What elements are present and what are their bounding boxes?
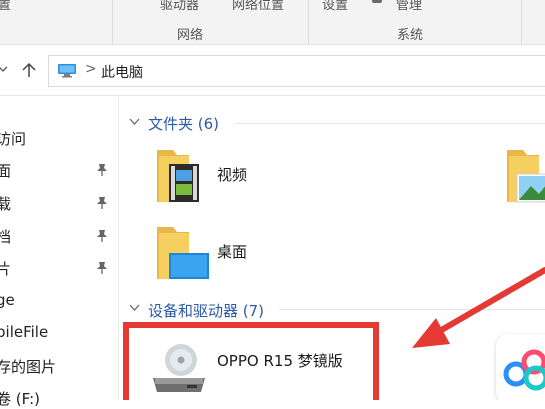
up-arrow-icon[interactable] <box>22 62 36 78</box>
folder-pictures[interactable] <box>505 146 545 212</box>
sidebar-item-pictures[interactable]: 片 <box>0 258 11 279</box>
ribbon-group-system: 系统 <box>397 28 424 43</box>
breadcrumb-separator[interactable]: > <box>85 61 97 77</box>
group-header-devices-and-drives[interactable]: 设备和驱动器 (7) <box>148 300 264 321</box>
ribbon-settings-button[interactable]: 设置 <box>322 0 348 13</box>
collapse-chevron-icon[interactable] <box>129 118 140 126</box>
folder-label: 视频 <box>217 166 248 184</box>
group-header-folders[interactable]: 文件夹 (6) <box>148 113 219 134</box>
desktop-folder-icon <box>157 227 209 279</box>
ribbon-manage-button[interactable]: 管理 <box>396 0 422 13</box>
sidebar-item-volume-f[interactable]: 卷 (F:) <box>0 388 40 409</box>
this-pc-icon <box>58 64 76 78</box>
pin-icon <box>97 197 107 209</box>
ribbon-group-network: 网络 <box>177 28 204 43</box>
group-divider <box>279 309 545 310</box>
folder-label: 桌面 <box>217 243 248 261</box>
ribbon-divider <box>521 0 522 44</box>
sidebar-item-desktop[interactable]: 面 <box>0 160 11 181</box>
highlight-box <box>123 322 379 400</box>
sidebar-item-downloads[interactable]: 载 <box>0 193 11 214</box>
video-folder-icon <box>157 150 199 202</box>
ribbon: 置 驱动器 网络位置 网络 设置 管理 系统 <box>0 0 545 45</box>
ribbon-item-fragment[interactable]: 置 <box>0 0 11 13</box>
sidebar-item-mobilefile[interactable]: bileFile <box>0 323 48 341</box>
ribbon-divider <box>112 0 113 44</box>
folder-videos[interactable]: 视频 <box>155 146 275 212</box>
manage-icon <box>372 0 382 3</box>
group-divider <box>235 123 545 124</box>
baidu-netdisk-icon <box>503 349 545 391</box>
ribbon-map-drive-button[interactable]: 驱动器 <box>160 0 199 13</box>
pin-icon <box>97 164 107 176</box>
device-baidu-netdisk[interactable] <box>492 328 545 400</box>
dropdown-chevron-icon[interactable] <box>0 66 8 74</box>
collapse-chevron-icon[interactable] <box>129 304 140 312</box>
sidebar-item-documents[interactable]: 档 <box>0 226 11 247</box>
address-bar[interactable]: > 此电脑 <box>48 55 545 87</box>
folder-desktop[interactable]: 桌面 <box>155 223 275 289</box>
ribbon-network-location-button[interactable]: 网络位置 <box>232 0 284 13</box>
breadcrumb-this-pc[interactable]: 此电脑 <box>101 62 143 82</box>
ribbon-divider <box>308 0 309 44</box>
address-row: > 此电脑 <box>0 45 545 96</box>
sidebar-item-ge[interactable]: ge <box>0 291 15 309</box>
pictures-folder-icon <box>507 150 545 203</box>
pin-icon <box>97 262 107 274</box>
sidebar-item-saved-pictures[interactable]: 存的图片 <box>0 356 56 377</box>
navigation-pane: 访问 面 载 档 片 ge bileFile 存的图片 卷 (F:) <box>0 96 119 408</box>
pin-icon <box>97 230 107 242</box>
sidebar-item-quick-access[interactable]: 访问 <box>0 128 26 149</box>
